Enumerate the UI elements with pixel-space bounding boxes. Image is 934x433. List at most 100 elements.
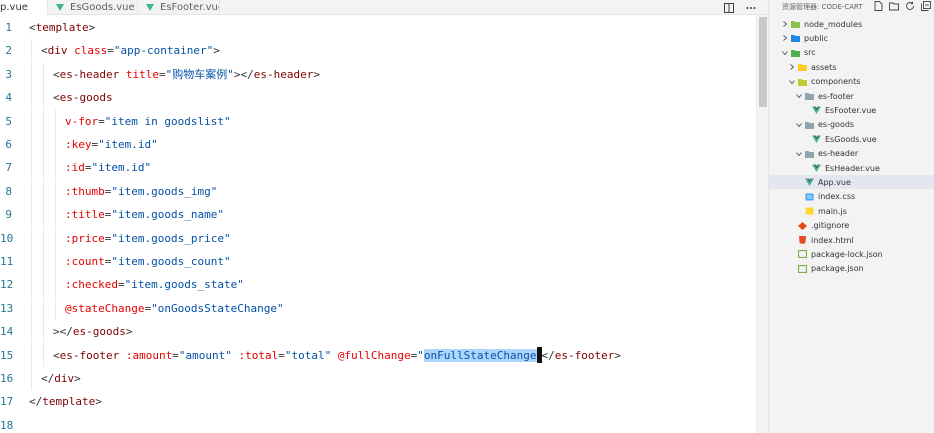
scrollbar-thumb[interactable] bbox=[759, 17, 767, 107]
vue-file-icon bbox=[805, 178, 814, 187]
code-line[interactable]: 8:thumb = "item.goods_img" bbox=[0, 179, 760, 203]
code-text: :id = "item.id" bbox=[65, 161, 151, 174]
code-line[interactable]: 5 v-for = "item in goodslist" bbox=[0, 109, 760, 133]
new-file-icon[interactable] bbox=[874, 1, 883, 11]
code-token: v-for bbox=[65, 114, 99, 128]
code-line[interactable]: 6:key = "item.id" bbox=[0, 133, 760, 156]
new-folder-icon[interactable] bbox=[889, 1, 899, 11]
code-line[interactable]: 17 </template > bbox=[0, 390, 760, 413]
code-text: v-for = "item in goodslist" bbox=[65, 115, 231, 128]
tree-item-es-footer[interactable]: es-footer bbox=[769, 89, 934, 103]
code-token: = bbox=[172, 348, 179, 362]
code-token: class bbox=[74, 44, 108, 58]
chevron-right-icon[interactable] bbox=[789, 64, 795, 71]
code-line[interactable]: 12:checked = "item.goods_state" bbox=[0, 273, 760, 297]
chevron-down-icon[interactable] bbox=[782, 50, 788, 56]
tree-item-es-goods[interactable]: es-goods bbox=[769, 118, 934, 132]
more-actions-icon[interactable] bbox=[746, 3, 756, 13]
tree-item-esfooter-vue[interactable]: EsFooter.vue bbox=[769, 103, 934, 117]
indent-guide bbox=[43, 250, 44, 273]
indent-guide bbox=[31, 320, 32, 344]
indent-guide bbox=[31, 296, 32, 320]
code-line[interactable]: 1 < template > bbox=[0, 16, 760, 39]
tree-item-es-header[interactable]: es-header bbox=[769, 147, 934, 161]
tree-item-label: assets bbox=[811, 62, 837, 72]
indent-guide bbox=[31, 39, 32, 63]
tree-item-gitignore[interactable]: .gitignore bbox=[769, 219, 934, 233]
collapse-all-icon[interactable] bbox=[921, 1, 931, 11]
code-token: @stateChange bbox=[65, 301, 145, 315]
code-text: < es-header title = "购物车案例" ></es-header > bbox=[53, 66, 320, 82]
css-file-icon bbox=[805, 193, 814, 201]
tree-item-package-lock-json[interactable]: package-lock.json bbox=[769, 247, 934, 261]
tree-item-assets[interactable]: assets bbox=[769, 60, 934, 74]
chevron-down-icon[interactable] bbox=[796, 93, 802, 99]
tree-item-node-modules[interactable]: node_modules bbox=[769, 17, 934, 31]
indent-guide bbox=[43, 156, 44, 180]
code-token: > bbox=[95, 395, 102, 409]
tab-app-vue[interactable]: p.vue bbox=[0, 0, 48, 15]
code-line[interactable]: 7:id = "item.id" bbox=[0, 156, 760, 180]
code-line[interactable]: 14 ></es-goods > bbox=[0, 320, 760, 344]
explorer-actions bbox=[874, 1, 931, 11]
code-line[interactable]: 3 < es-header title = "购物车案例" ></es-header > bbox=[0, 62, 760, 86]
tree-item-label: es-header bbox=[818, 149, 859, 159]
code-text: ></es-goods > bbox=[53, 325, 132, 338]
tree-item-esheader-vue[interactable]: EsHeader.vue bbox=[769, 161, 934, 175]
tree-item-index-css[interactable]: index.css bbox=[769, 190, 934, 204]
code-token: "item.goods_price" bbox=[111, 231, 231, 245]
code-line[interactable]: 9:title = "item.goods_name" bbox=[0, 203, 760, 227]
tree-item-app-vue[interactable]: App.vue bbox=[769, 175, 934, 190]
code-token: :key bbox=[65, 138, 92, 151]
chevron-right-icon[interactable] bbox=[782, 35, 788, 42]
code-line[interactable]: 4 < es-goods bbox=[0, 86, 760, 110]
tree-item-label: node_modules bbox=[804, 19, 863, 29]
tree-item-label: package.json bbox=[811, 264, 864, 274]
code-line[interactable]: 10:price = "item.goods_price" bbox=[0, 226, 760, 250]
tree-item-main-js[interactable]: main.js bbox=[769, 204, 934, 218]
tree-item-package-json[interactable]: package.json bbox=[769, 262, 934, 276]
code-token: ></ bbox=[233, 67, 254, 81]
split-editor-icon[interactable] bbox=[724, 2, 734, 13]
code-line[interactable]: 2 < div class = "app-container" > bbox=[0, 39, 760, 63]
code-token: template bbox=[35, 21, 89, 34]
editor-scrollbar[interactable] bbox=[756, 15, 768, 433]
code-line[interactable]: 11:count = "item.goods_count" bbox=[0, 250, 760, 273]
code-token: > bbox=[88, 21, 96, 34]
code-token: @fullChange bbox=[337, 348, 411, 362]
tree-item-label: App.vue bbox=[818, 177, 851, 187]
folder-icon bbox=[798, 64, 807, 72]
indent-guide bbox=[31, 273, 32, 297]
indent-guide bbox=[43, 343, 44, 367]
tree-item-components[interactable]: components bbox=[769, 75, 934, 89]
tab-esfooter-vue[interactable]: EsFooter.vue bbox=[138, 0, 220, 15]
tree-item-public[interactable]: public bbox=[769, 31, 934, 45]
code-line[interactable]: 15 < es-footer :amount = "amount" :total = "to… bbox=[0, 343, 760, 367]
tree-item-esgoods-vue[interactable]: EsGoods.vue bbox=[769, 132, 934, 146]
chevron-down-icon[interactable] bbox=[796, 122, 802, 128]
tree-item-index-html[interactable]: index.html bbox=[769, 233, 934, 247]
indent-guide bbox=[43, 62, 44, 86]
chevron-down-icon[interactable] bbox=[789, 79, 795, 85]
chevron-down-icon[interactable] bbox=[796, 151, 802, 157]
code-line[interactable]: 18 bbox=[0, 414, 760, 433]
vue-file-icon bbox=[56, 4, 64, 11]
code-line[interactable]: 13 @stateChange = "onGoodsStateChange" bbox=[0, 296, 760, 320]
tree-item-label: EsHeader.vue bbox=[825, 163, 880, 173]
tab-esgoods-vue[interactable]: EsGoods.vue bbox=[48, 0, 138, 15]
code-token: "item.goods_state" bbox=[124, 278, 244, 292]
refresh-icon[interactable] bbox=[905, 1, 915, 11]
code-text: < div class = "app-container" > bbox=[41, 44, 220, 57]
vue-file-icon bbox=[812, 164, 821, 172]
code-token: :id bbox=[65, 161, 85, 175]
code-editor[interactable]: 1 < template >2 < div class = "app-container" >3… bbox=[0, 15, 768, 433]
indent-guide bbox=[55, 273, 56, 297]
code-line[interactable]: 16 </div > bbox=[0, 367, 760, 390]
selected-text: onFullStateChange bbox=[423, 348, 537, 362]
indent-guide bbox=[43, 203, 44, 227]
code-token: > bbox=[125, 325, 133, 339]
indent-guide bbox=[55, 203, 56, 227]
chevron-right-icon[interactable] bbox=[782, 21, 788, 27]
tree-item-src[interactable]: src bbox=[769, 46, 934, 60]
